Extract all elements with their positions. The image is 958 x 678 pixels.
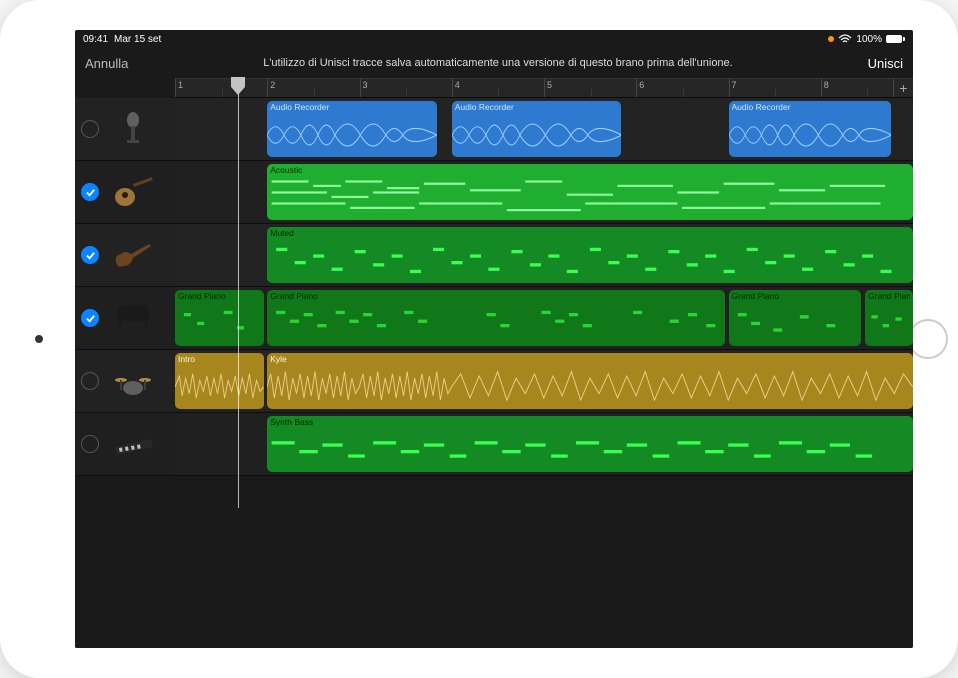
track-header-mic[interactable] xyxy=(75,98,175,161)
bar-marker[interactable]: 4 xyxy=(452,79,544,97)
bar-marker[interactable]: 2 xyxy=(267,79,359,97)
grand-piano-icon xyxy=(105,298,160,338)
region-label: Grand Piano xyxy=(270,291,722,302)
region-label: Intro xyxy=(178,354,261,365)
track-select-checkbox[interactable] xyxy=(81,372,99,390)
region-label: Kyle xyxy=(270,354,910,365)
audio-region[interactable]: Audio Recorder xyxy=(267,101,437,157)
track-header-bass[interactable] xyxy=(75,224,175,287)
region-label: Grand Piano xyxy=(178,291,261,302)
playhead[interactable] xyxy=(238,78,239,508)
bar-marker[interactable]: 7 xyxy=(729,79,821,97)
merge-button[interactable]: Unisci xyxy=(868,56,903,71)
info-message: L'utilizzo di Unisci tracce salva automa… xyxy=(128,57,867,69)
microphone-icon xyxy=(105,109,160,149)
status-time: 09:41 xyxy=(83,34,108,45)
ruler-row: 1 2 3 4 5 6 7 8 + xyxy=(75,78,913,98)
track-select-checkbox[interactable] xyxy=(81,309,99,327)
region-label: Synth Bass xyxy=(270,417,910,428)
region-label: Audio Recorder xyxy=(455,102,619,113)
camera-dot xyxy=(35,335,43,343)
track-header-synth[interactable] xyxy=(75,413,175,476)
track-lane[interactable]: Audio Recorder Audio Recorder Audio Reco… xyxy=(175,98,913,161)
track-header-acoustic[interactable] xyxy=(75,161,175,224)
track-select-checkbox[interactable] xyxy=(81,246,99,264)
keyboard-synth-icon xyxy=(105,424,160,464)
track-header-drums[interactable] xyxy=(75,350,175,413)
track-lane[interactable]: Synth Bass xyxy=(175,413,913,476)
add-section-button[interactable]: + xyxy=(893,79,913,97)
drum-region[interactable]: Intro xyxy=(175,353,264,409)
bar-marker[interactable]: 1 xyxy=(175,79,267,97)
region-label: Grand Piano xyxy=(868,291,910,302)
midi-region[interactable]: Muted xyxy=(267,227,913,283)
status-date: Mar 15 set xyxy=(114,34,161,45)
midi-region[interactable]: Synth Bass xyxy=(267,416,913,472)
track-lane[interactable]: Grand Piano Grand Piano xyxy=(175,287,913,350)
bar-marker[interactable]: 5 xyxy=(544,79,636,97)
status-bar: 09:41 Mar 15 set 100% xyxy=(75,30,913,48)
bass-guitar-icon xyxy=(105,235,160,275)
track-lane[interactable]: Muted xyxy=(175,224,913,287)
track-header-piano[interactable] xyxy=(75,287,175,350)
screen: 09:41 Mar 15 set 100% Annulla L'utilizzo… xyxy=(75,30,913,648)
battery-pct: 100% xyxy=(856,34,882,45)
track-select-checkbox[interactable] xyxy=(81,183,99,201)
home-button[interactable] xyxy=(908,319,948,359)
drum-region[interactable]: Kyle xyxy=(267,353,913,409)
track-lanes[interactable]: Audio Recorder Audio Recorder Audio Reco… xyxy=(175,98,913,648)
recording-indicator-icon xyxy=(828,36,834,42)
track-lane[interactable]: Intro Kyle xyxy=(175,350,913,413)
tracks-area: Audio Recorder Audio Recorder Audio Reco… xyxy=(75,98,913,648)
region-label: Audio Recorder xyxy=(270,102,434,113)
midi-region[interactable]: Grand Piano xyxy=(175,290,264,346)
acoustic-guitar-icon xyxy=(105,172,160,212)
region-label: Acoustic xyxy=(270,165,910,176)
track-lane[interactable]: Acoustic xyxy=(175,161,913,224)
battery-icon xyxy=(886,35,905,43)
audio-region[interactable]: Audio Recorder xyxy=(452,101,622,157)
midi-region[interactable]: Grand Piano xyxy=(729,290,862,346)
drums-icon xyxy=(105,361,160,401)
timeline-ruler[interactable]: 1 2 3 4 5 6 7 8 + xyxy=(175,78,913,98)
region-label: Grand Piano xyxy=(732,291,859,302)
region-label: Audio Recorder xyxy=(732,102,888,113)
audio-region[interactable]: Audio Recorder xyxy=(729,101,891,157)
top-bar: Annulla L'utilizzo di Unisci tracce salv… xyxy=(75,48,913,78)
ipad-device: 09:41 Mar 15 set 100% Annulla L'utilizzo… xyxy=(0,0,958,678)
midi-region[interactable]: Acoustic xyxy=(267,164,913,220)
cancel-button[interactable]: Annulla xyxy=(85,56,128,71)
midi-region[interactable]: Grand Piano xyxy=(865,290,913,346)
region-label: Muted xyxy=(270,228,910,239)
midi-region[interactable]: Grand Piano xyxy=(267,290,725,346)
wifi-icon xyxy=(838,34,852,44)
track-select-checkbox[interactable] xyxy=(81,435,99,453)
track-headers xyxy=(75,98,175,648)
bar-marker[interactable]: 3 xyxy=(360,79,452,97)
track-select-checkbox[interactable] xyxy=(81,120,99,138)
bar-marker[interactable]: 6 xyxy=(636,79,728,97)
